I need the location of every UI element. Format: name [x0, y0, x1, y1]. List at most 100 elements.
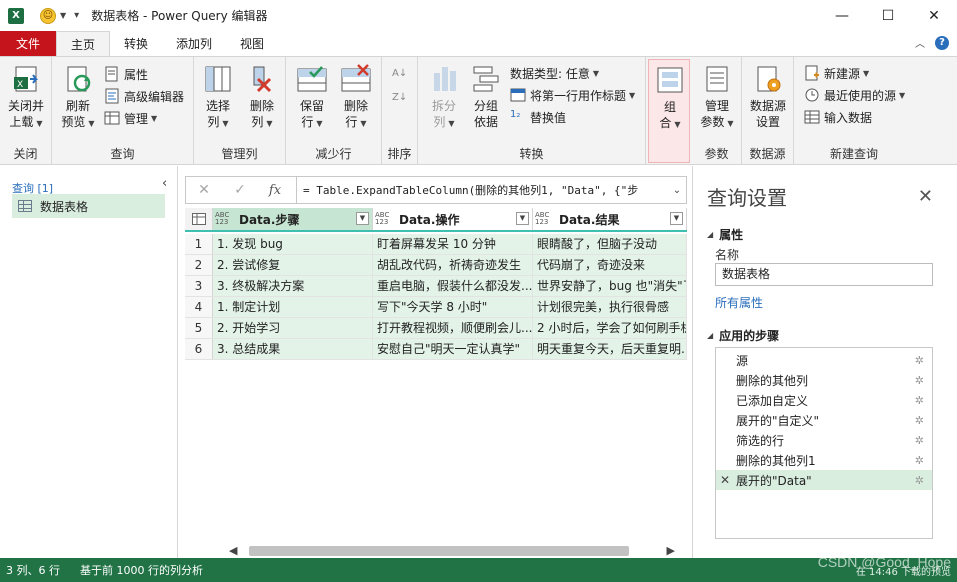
table-cell[interactable]: 盯着屏幕发呆 10 分钟	[373, 234, 533, 254]
cancel-formula-icon[interactable]: ✕	[186, 182, 222, 198]
advanced-editor-button[interactable]: 高级编辑器	[104, 86, 184, 106]
remove-columns-button[interactable]: 删除 列 ▼	[240, 63, 284, 132]
customize-quick-access-icon[interactable]: ▾	[74, 10, 79, 21]
column-profiling-status[interactable]: 基于前 1000 行的列分析	[80, 562, 203, 578]
table-cell[interactable]: 眼睛酸了，但脑子没动	[533, 234, 687, 254]
table-menu-icon[interactable]	[185, 208, 213, 230]
sort-ascending-button[interactable]: A↓	[392, 63, 407, 83]
all-properties-link[interactable]: 所有属性	[715, 294, 763, 311]
applied-steps-header[interactable]: ◢ 应用的步骤	[707, 327, 779, 344]
tab-add-column[interactable]: 添加列	[162, 31, 226, 56]
table-cell[interactable]: 重启电脑，假装什么都没发...	[373, 276, 533, 296]
row-number[interactable]: 6	[185, 339, 213, 359]
column-header-result[interactable]: ABC 123 Data.结果 ▼	[533, 208, 687, 230]
applied-step[interactable]: 删除的其他列1 ✲	[716, 450, 932, 470]
step-settings-icon[interactable]: ✲	[915, 374, 924, 387]
step-settings-icon[interactable]: ✲	[915, 474, 924, 487]
new-source-button[interactable]: 新建源 ▼	[804, 63, 869, 83]
column-filter-dropdown-icon[interactable]: ▼	[356, 212, 369, 225]
data-type-dropdown[interactable]: 数据类型: 任意 ▼	[510, 63, 599, 83]
column-header-action[interactable]: ABC 123 Data.操作 ▼	[373, 208, 533, 230]
table-cell[interactable]: 2. 开始学习	[213, 318, 373, 338]
table-row: 3 3. 终极解决方案 重启电脑，假装什么都没发... 世界安静了，bug 也"…	[185, 276, 687, 297]
table-cell[interactable]: 计划很完美，执行很骨感	[533, 297, 687, 317]
applied-step[interactable]: 已添加自定义 ✲	[716, 390, 932, 410]
refresh-preview-button[interactable]: 刷新 预览 ▼	[56, 63, 100, 132]
scroll-right-icon[interactable]: ▶	[667, 544, 675, 557]
table-cell[interactable]: 写下"今天学 8 小时"	[373, 297, 533, 317]
delete-step-icon[interactable]: ✕	[720, 473, 730, 487]
applied-step[interactable]: 源 ✲	[716, 350, 932, 370]
collapse-queries-icon[interactable]: ‹	[162, 176, 167, 191]
query-name-input[interactable]: 数据表格	[715, 263, 933, 286]
recent-sources-button[interactable]: 最近使用的源 ▼	[804, 85, 905, 105]
step-settings-icon[interactable]: ✲	[915, 454, 924, 467]
step-settings-icon[interactable]: ✲	[915, 394, 924, 407]
column-header-step[interactable]: ABC 123 Data.步骤 ▼	[213, 208, 373, 230]
applied-step[interactable]: 筛选的行 ✲	[716, 430, 932, 450]
expand-formula-icon[interactable]: ⌄	[668, 185, 686, 196]
quick-access-dropdown-icon[interactable]: ▼	[60, 11, 66, 20]
close-and-load-button[interactable]: X 关闭并 上载 ▼	[4, 63, 48, 132]
table-cell[interactable]: 1. 发现 bug	[213, 234, 373, 254]
column-filter-dropdown-icon[interactable]: ▼	[516, 212, 529, 225]
column-filter-dropdown-icon[interactable]: ▼	[670, 212, 683, 225]
group-by-button[interactable]: 分组 依据	[464, 63, 508, 130]
table-cell[interactable]: 2 小时后，学会了如何刷手机	[533, 318, 687, 338]
scrollbar-thumb[interactable]	[249, 546, 629, 556]
scroll-left-icon[interactable]: ◀	[229, 544, 237, 557]
applied-step[interactable]: 展开的"自定义" ✲	[716, 410, 932, 430]
row-number[interactable]: 1	[185, 234, 213, 254]
step-settings-icon[interactable]: ✲	[915, 414, 924, 427]
formula-input[interactable]: = Table.ExpandTableColumn(删除的其他列1, "Data…	[303, 182, 668, 198]
maximize-button[interactable]: ☐	[865, 0, 911, 31]
fx-icon[interactable]: fx	[258, 183, 292, 198]
table-cell[interactable]: 世界安静了，bug 也"消失"了	[533, 276, 687, 296]
close-settings-icon[interactable]: ✕	[918, 186, 933, 207]
row-number[interactable]: 2	[185, 255, 213, 275]
table-cell[interactable]: 胡乱改代码，祈祷奇迹发生	[373, 255, 533, 275]
enter-data-button[interactable]: 输入数据	[804, 107, 872, 127]
table-cell[interactable]: 打开教程视频，顺便刷会儿...	[373, 318, 533, 338]
smiley-icon[interactable]: ☺	[40, 7, 56, 24]
data-source-settings-button[interactable]: 数据源 设置	[746, 63, 790, 130]
tab-view[interactable]: 视图	[226, 31, 278, 56]
query-item[interactable]: 数据表格	[12, 194, 165, 218]
table-cell[interactable]: 代码崩了，奇迹没来	[533, 255, 687, 275]
confirm-formula-icon[interactable]: ✓	[222, 182, 258, 198]
table-cell[interactable]: 明天重复今天，后天重复明...	[533, 339, 687, 359]
table-cell[interactable]: 3. 终极解决方案	[213, 276, 373, 296]
tab-file[interactable]: 文件	[0, 31, 56, 56]
row-number[interactable]: 4	[185, 297, 213, 317]
table-cell[interactable]: 3. 总结成果	[213, 339, 373, 359]
collapse-ribbon-icon[interactable]: ︿	[915, 35, 925, 50]
tab-home[interactable]: 主页	[56, 31, 111, 56]
applied-step-selected[interactable]: ✕ 展开的"Data" ✲	[716, 470, 932, 490]
choose-columns-button[interactable]: 选择 列 ▼	[196, 63, 240, 132]
row-number[interactable]: 5	[185, 318, 213, 338]
horizontal-scrollbar[interactable]: ◀ ▶	[185, 544, 687, 558]
replace-values-button[interactable]: 1₂ 替换值	[510, 107, 566, 127]
combine-button[interactable]: 组 合 ▼	[648, 64, 692, 133]
row-number[interactable]: 3	[185, 276, 213, 296]
sort-descending-button[interactable]: Z↓	[392, 87, 407, 107]
tab-transform[interactable]: 转换	[110, 31, 162, 56]
properties-button[interactable]: 属性	[104, 64, 148, 84]
applied-step[interactable]: 删除的其他列 ✲	[716, 370, 932, 390]
manage-parameters-button[interactable]: 管理 参数 ▼	[695, 63, 739, 132]
help-icon[interactable]: ?	[935, 35, 949, 50]
keep-rows-button[interactable]: 保留 行 ▼	[290, 63, 334, 132]
use-first-row-as-headers-button[interactable]: 将第一行用作标题 ▼	[510, 85, 635, 105]
step-settings-icon[interactable]: ✲	[915, 434, 924, 447]
status-bar: 3 列、6 行 基于前 1000 行的列分析 在 14:46 下载的预览	[0, 558, 957, 582]
minimize-button[interactable]: —	[819, 0, 865, 31]
step-settings-icon[interactable]: ✲	[915, 354, 924, 367]
manage-query-button[interactable]: 管理 ▼	[104, 108, 157, 128]
remove-rows-button[interactable]: 删除 行 ▼	[334, 63, 378, 132]
properties-section-header[interactable]: ◢ 属性	[707, 226, 743, 243]
table-cell[interactable]: 1. 制定计划	[213, 297, 373, 317]
table-cell[interactable]: 2. 尝试修复	[213, 255, 373, 275]
close-button[interactable]: ✕	[911, 0, 957, 31]
table-cell[interactable]: 安慰自己"明天一定认真学"	[373, 339, 533, 359]
split-column-button[interactable]: 拆分 列 ▼	[422, 63, 466, 132]
